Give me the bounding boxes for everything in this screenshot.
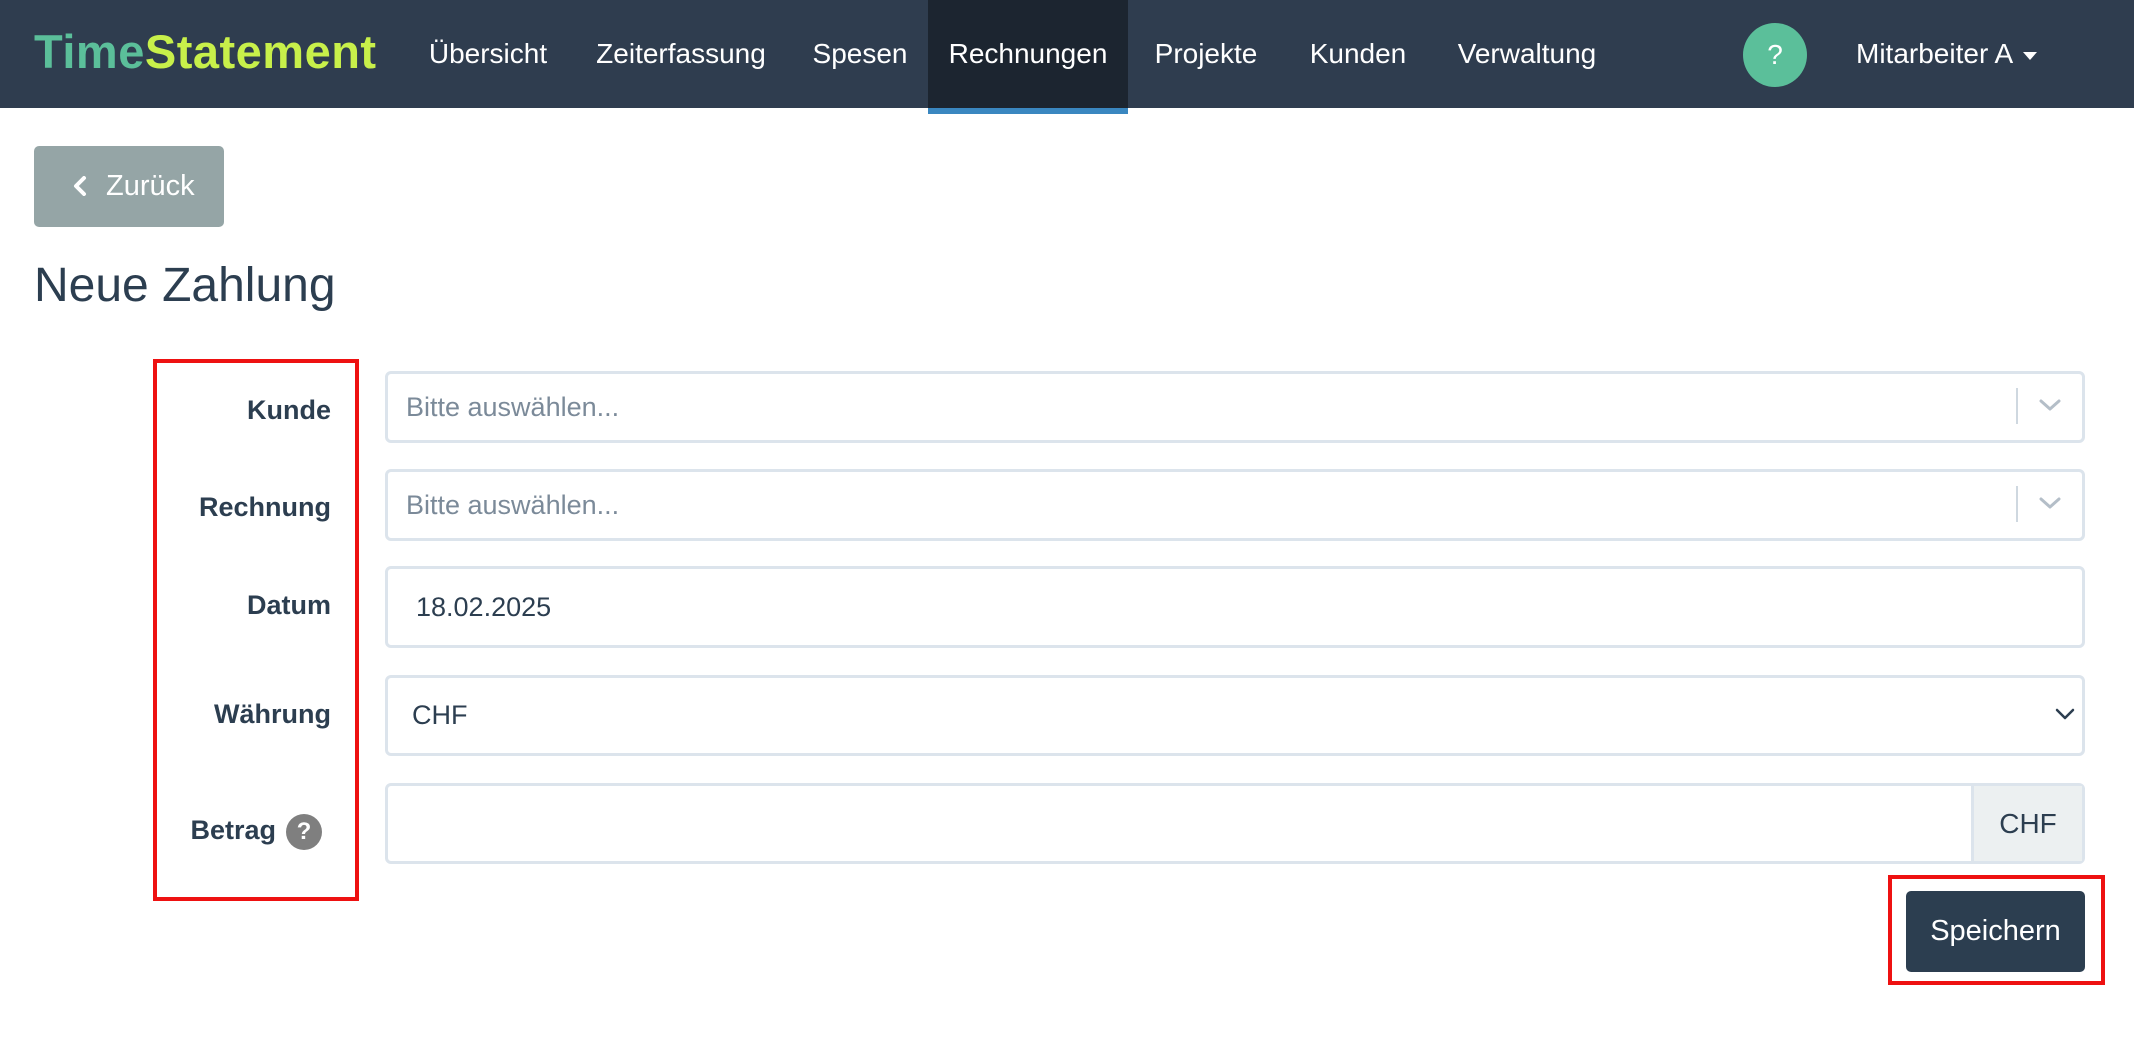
brand-logo[interactable]: TimeStatement (34, 24, 377, 79)
highlight-box-labels (153, 359, 359, 901)
top-navbar: TimeStatement Übersicht Zeiterfassung Sp… (0, 0, 2134, 108)
waehrung-select-value: CHF (412, 700, 468, 730)
brand-logo-time: Time (34, 25, 145, 78)
waehrung-select[interactable]: CHF (385, 675, 2085, 756)
kunde-select-placeholder: Bitte auswählen... (406, 391, 620, 422)
chevron-left-icon (74, 176, 86, 196)
betrag-input[interactable] (406, 786, 1971, 861)
datum-input[interactable]: 18.02.2025 (385, 566, 2085, 648)
select-separator (2016, 388, 2018, 424)
user-menu-label: Mitarbeiter A (1856, 38, 2014, 69)
chevron-down-icon[interactable] (2038, 396, 2062, 414)
user-menu-toggle[interactable]: Mitarbeiter A (1856, 0, 2038, 108)
nav-item-projekte[interactable]: Projekte (1128, 0, 1284, 108)
caret-down-icon (2023, 51, 2038, 60)
betrag-currency-addon: CHF (1971, 786, 2082, 861)
nav-item-spesen[interactable]: Spesen (792, 0, 928, 108)
nav-item-kunden[interactable]: Kunden (1284, 0, 1432, 108)
datum-input-value: 18.02.2025 (416, 591, 552, 622)
page-title: Neue Zahlung (34, 259, 336, 312)
nav-item-uebersicht[interactable]: Übersicht (406, 0, 570, 108)
chevron-down-icon (2055, 708, 2075, 720)
help-button[interactable]: ? (1743, 23, 1807, 87)
highlight-box-save (1888, 875, 2105, 985)
rechnung-select-placeholder: Bitte auswählen... (406, 489, 620, 520)
kunde-select[interactable]: Bitte auswählen... (385, 371, 2085, 443)
brand-logo-statement: Statement (144, 25, 377, 78)
nav-item-verwaltung[interactable]: Verwaltung (1432, 0, 1622, 108)
betrag-input-group: CHF (385, 783, 2085, 864)
active-nav-indicator (928, 108, 1128, 114)
back-button-label: Zurück (106, 170, 195, 202)
nav-item-rechnungen[interactable]: Rechnungen (928, 0, 1128, 108)
select-separator (2016, 486, 2018, 522)
nav-item-zeiterfassung[interactable]: Zeiterfassung (570, 0, 792, 108)
back-button[interactable]: Zurück (34, 146, 224, 227)
rechnung-select[interactable]: Bitte auswählen... (385, 469, 2085, 541)
chevron-down-icon[interactable] (2038, 494, 2062, 512)
